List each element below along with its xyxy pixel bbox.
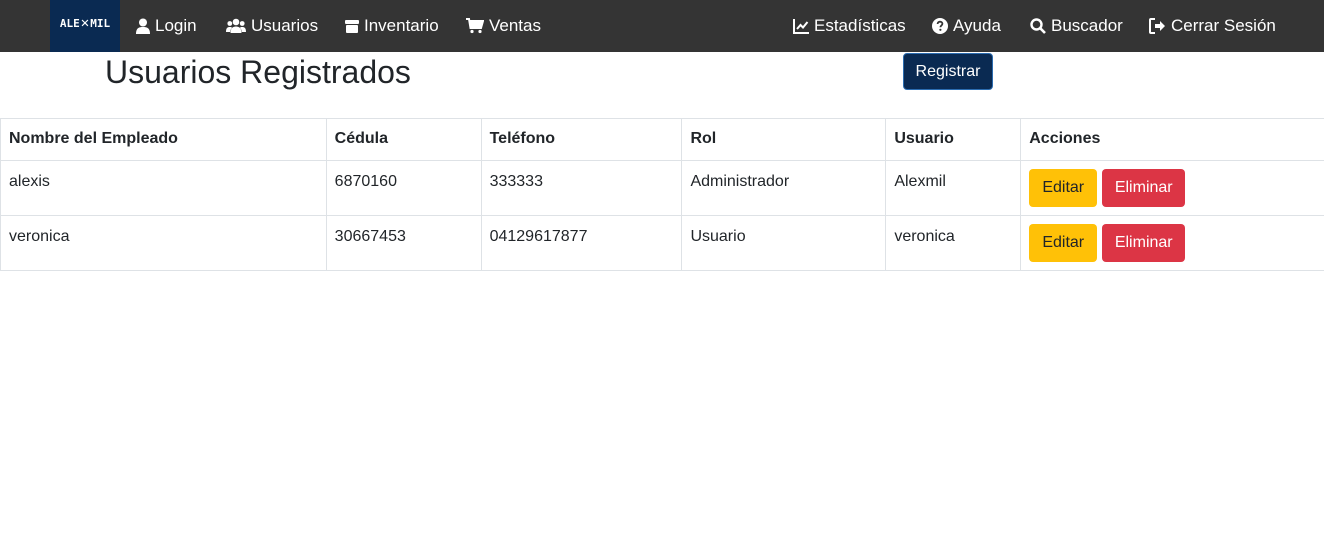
table-row: veronica 30667453 04129617877 Usuario ve… xyxy=(0,215,1324,271)
nav-ayuda-label: Ayuda xyxy=(953,16,1001,35)
brand-text-right: MIL xyxy=(90,16,111,30)
nav-ayuda[interactable]: Ayuda xyxy=(932,0,1001,52)
cell-nombre: veronica xyxy=(0,215,327,271)
nav-ventas-label: Ventas xyxy=(489,16,541,35)
cell-nombre: alexis xyxy=(0,160,327,216)
column-header-cedula: Cédula xyxy=(325,118,482,161)
cell-rol: Administrador xyxy=(681,160,887,216)
column-header-usuario: Usuario xyxy=(885,118,1022,161)
nav-buscador-label: Buscador xyxy=(1051,16,1123,35)
nav-inventario-label: Inventario xyxy=(364,16,439,35)
user-icon xyxy=(136,18,150,34)
cell-usuario: Alexmil xyxy=(885,160,1022,216)
cell-rol: Usuario xyxy=(681,215,887,271)
page-title: Usuarios Registrados xyxy=(105,54,411,90)
cell-telefono: 333333 xyxy=(480,160,683,216)
brand-logo[interactable]: ALE ✕ MIL xyxy=(50,0,120,52)
nav-ventas[interactable]: Ventas xyxy=(466,0,541,52)
cart-icon xyxy=(466,18,484,34)
nav-estadisticas[interactable]: Estadísticas xyxy=(793,0,906,52)
question-circle-icon xyxy=(932,18,948,34)
delete-button[interactable]: Eliminar xyxy=(1102,169,1186,207)
cell-cedula: 30667453 xyxy=(325,215,482,271)
chart-line-icon xyxy=(793,19,809,34)
column-header-telefono: Teléfono xyxy=(480,118,683,161)
nav-login-label: Login xyxy=(155,16,197,35)
nav-usuarios[interactable]: Usuarios xyxy=(226,0,318,52)
cell-acciones: Editar Eliminar xyxy=(1020,160,1324,216)
cell-telefono: 04129617877 xyxy=(480,215,683,271)
users-table: Nombre del Empleado Cédula Teléfono Rol … xyxy=(0,118,1324,271)
nav-buscador[interactable]: Buscador xyxy=(1030,0,1123,52)
nav-estadisticas-label: Estadísticas xyxy=(814,16,906,35)
table-header-row: Nombre del Empleado Cédula Teléfono Rol … xyxy=(0,118,1324,161)
search-icon xyxy=(1030,18,1046,34)
nav-cerrar-sesion-label: Cerrar Sesión xyxy=(1171,16,1276,35)
nav-login[interactable]: Login xyxy=(136,0,197,52)
sign-out-icon xyxy=(1149,18,1165,34)
brand-text-left: ALE xyxy=(59,16,80,30)
column-header-acciones: Acciones xyxy=(1020,118,1324,161)
users-icon xyxy=(226,18,246,33)
nav-inventario[interactable]: Inventario xyxy=(345,0,439,52)
edit-button[interactable]: Editar xyxy=(1029,224,1098,262)
table-row: alexis 6870160 333333 Administrador Alex… xyxy=(0,160,1324,216)
cell-usuario: veronica xyxy=(885,215,1022,271)
nav-usuarios-label: Usuarios xyxy=(251,16,319,35)
box-icon xyxy=(345,20,359,33)
top-navbar: ALE ✕ MIL Login Usuarios Inventario Ventas… xyxy=(0,0,1324,52)
brand-mark: ✕ xyxy=(80,15,90,31)
column-header-nombre: Nombre del Empleado xyxy=(0,118,327,161)
delete-button[interactable]: Eliminar xyxy=(1102,224,1186,262)
edit-button[interactable]: Editar xyxy=(1029,169,1098,207)
cell-acciones: Editar Eliminar xyxy=(1020,215,1324,271)
nav-cerrar-sesion[interactable]: Cerrar Sesión xyxy=(1149,0,1276,52)
register-button[interactable]: Registrar xyxy=(903,53,993,90)
cell-cedula: 6870160 xyxy=(325,160,482,216)
column-header-rol: Rol xyxy=(681,118,887,161)
